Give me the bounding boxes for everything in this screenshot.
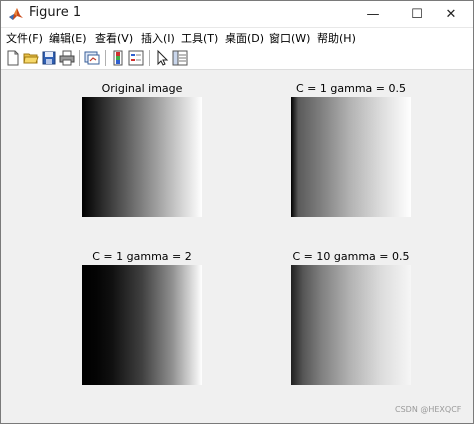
link-plot-icon[interactable] bbox=[83, 49, 101, 67]
toolbar bbox=[1, 47, 473, 70]
toolbar-separator bbox=[105, 50, 106, 66]
window-title: Figure 1 bbox=[29, 5, 82, 20]
subplot-title-original: Original image bbox=[101, 82, 183, 95]
new-figure-icon[interactable] bbox=[4, 49, 22, 67]
pointer-icon[interactable] bbox=[153, 49, 171, 67]
print-icon[interactable] bbox=[58, 49, 76, 67]
menu-view[interactable]: 查看(V) bbox=[95, 30, 133, 46]
menu-edit[interactable]: 编辑(E) bbox=[49, 30, 87, 46]
image-c10-gamma05 bbox=[291, 265, 411, 385]
toolbar-separator bbox=[79, 50, 80, 66]
menu-insert[interactable]: 插入(I) bbox=[141, 30, 175, 46]
close-button[interactable]: ✕ bbox=[429, 1, 473, 27]
image-c1-gamma2 bbox=[82, 265, 202, 385]
legend-icon[interactable] bbox=[127, 49, 145, 67]
close-icon: ✕ bbox=[445, 6, 457, 22]
menu-bar: 文件(F) 编辑(E) 查看(V) 插入(I) 工具(T) 桌面(D) 窗口(W… bbox=[1, 28, 473, 47]
menu-tools[interactable]: 工具(T) bbox=[181, 30, 218, 46]
image-c1-gamma05 bbox=[291, 97, 411, 217]
open-file-icon[interactable] bbox=[22, 49, 40, 67]
watermark: CSDN @HEXQCF bbox=[395, 405, 462, 414]
original-image bbox=[82, 97, 202, 217]
minimize-icon: — bbox=[366, 6, 380, 22]
colorbar-icon[interactable] bbox=[109, 49, 127, 67]
minimize-button[interactable]: — bbox=[351, 1, 395, 27]
property-inspector-icon[interactable] bbox=[171, 49, 189, 67]
subplot-title-c1-gamma2: C = 1 gamma = 2 bbox=[92, 250, 192, 263]
menu-window[interactable]: 窗口(W) bbox=[269, 30, 310, 46]
toolbar-separator bbox=[149, 50, 150, 66]
figure-canvas: Original image C = 1 gamma = 0.5 C = 1 g… bbox=[1, 70, 473, 423]
menu-desktop[interactable]: 桌面(D) bbox=[225, 30, 264, 46]
save-icon[interactable] bbox=[40, 49, 58, 67]
menu-file[interactable]: 文件(F) bbox=[6, 30, 43, 46]
subplot-title-c10-gamma05: C = 10 gamma = 0.5 bbox=[292, 250, 410, 263]
figure-window: Figure 1 — ☐ ✕ 文件(F) 编辑(E) 查看(V) 插入(I) 工… bbox=[0, 0, 474, 424]
maximize-icon: ☐ bbox=[411, 6, 423, 22]
subplot-title-c1-gamma05: C = 1 gamma = 0.5 bbox=[296, 82, 406, 95]
matlab-icon bbox=[9, 8, 23, 20]
title-bar[interactable]: Figure 1 — ☐ ✕ bbox=[1, 1, 473, 28]
menu-help[interactable]: 帮助(H) bbox=[317, 30, 356, 46]
